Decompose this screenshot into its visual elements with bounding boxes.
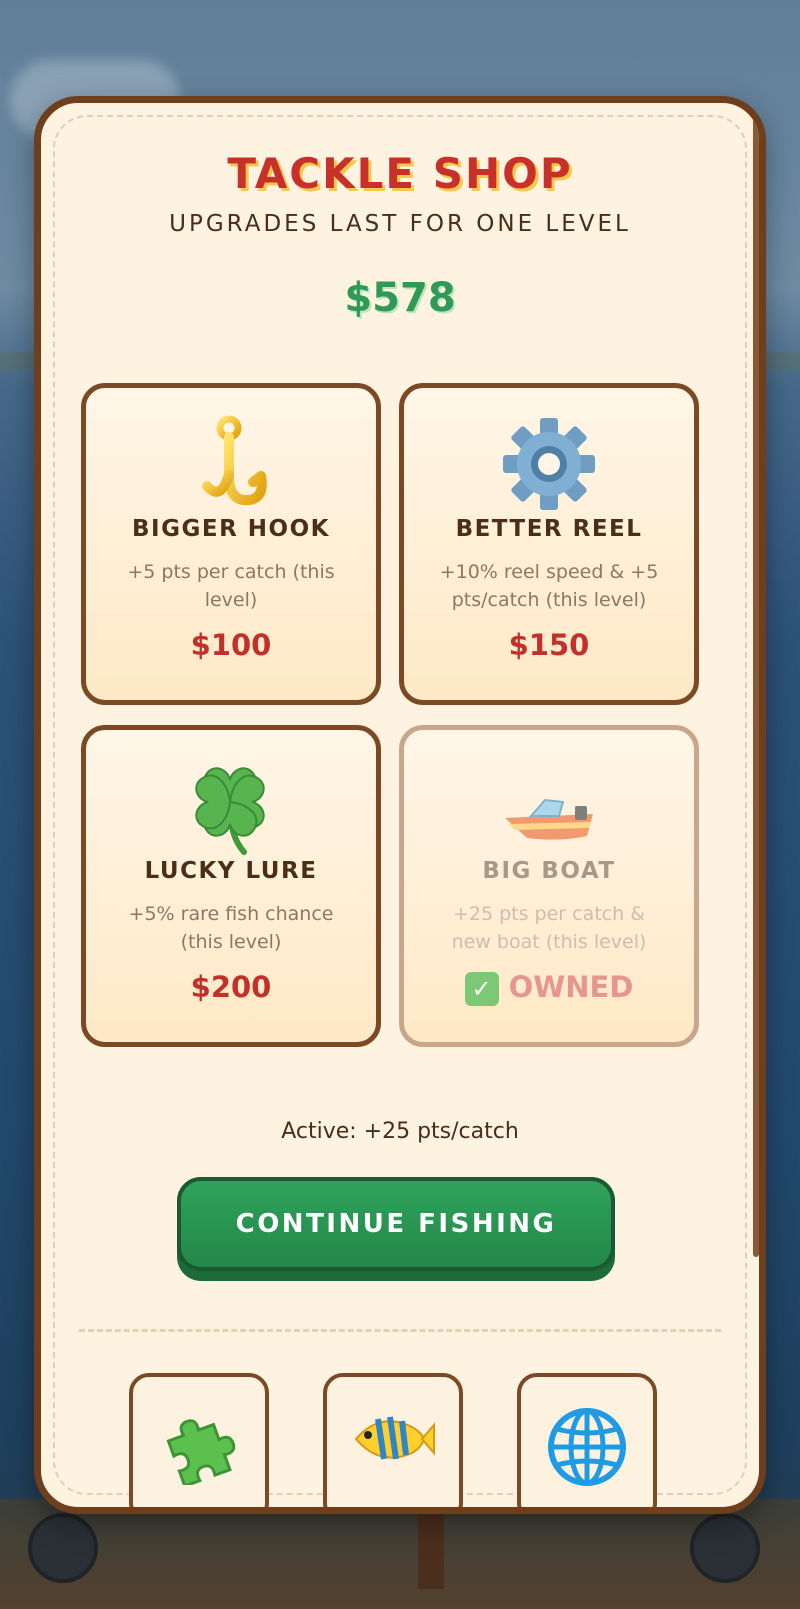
item-price: $200 xyxy=(190,970,272,1004)
shop-item-lucky-lure[interactable]: LUCKY LURE +5% rare fish chance (this le… xyxy=(81,725,381,1047)
nav-puzzle-button[interactable] xyxy=(129,1373,269,1507)
shop-title: TACKLE SHOP xyxy=(227,149,573,198)
item-name: BIGGER HOOK xyxy=(132,516,330,542)
tackle-shop-modal: TACKLE SHOP UPGRADES LAST FOR ONE LEVEL … xyxy=(34,96,766,1514)
item-price: $100 xyxy=(190,628,272,662)
nav-globe-button[interactable] xyxy=(517,1373,657,1507)
hook-icon xyxy=(86,414,376,514)
check-mark-icon: ✓ xyxy=(464,972,499,1006)
tropical-fish-icon xyxy=(354,1416,435,1460)
speedboat-icon xyxy=(404,756,694,856)
bottom-divider xyxy=(79,1329,721,1332)
item-description: +5% rare fish chance (this level) xyxy=(128,903,334,953)
nav-fish-button[interactable] xyxy=(323,1373,463,1507)
shop-subtitle: UPGRADES LAST FOR ONE LEVEL xyxy=(169,211,631,237)
gear-icon xyxy=(404,414,694,514)
puzzle-piece-icon xyxy=(166,1419,236,1485)
item-name: LUCKY LURE xyxy=(144,858,318,884)
shop-item-big-boat: BIG BOAT +25 pts per catch & new boat (t… xyxy=(399,725,699,1047)
item-name: BIG BOAT xyxy=(482,858,616,884)
item-price: $150 xyxy=(508,628,590,662)
item-name: BETTER REEL xyxy=(455,516,643,542)
continue-fishing-button[interactable]: CONTINUE FISHING xyxy=(177,1177,615,1281)
shop-item-bigger-hook[interactable]: BIGGER HOOK +5 pts per catch (this level… xyxy=(81,383,381,705)
background-right-button xyxy=(690,1513,760,1583)
item-description: +25 pts per catch & new boat (this level… xyxy=(451,903,647,953)
continue-fishing-label[interactable]: CONTINUE FISHING xyxy=(177,1177,615,1271)
globe-icon xyxy=(548,1408,626,1486)
item-description: +10% reel speed & +5 pts/catch (this lev… xyxy=(439,561,659,611)
owned-label: OWNED xyxy=(508,970,634,1004)
active-bonus-text: Active: +25 pts/catch xyxy=(281,1119,519,1144)
item-owned-status: ✓ OWNED xyxy=(404,970,694,1006)
item-description: +5 pts per catch (this level) xyxy=(127,561,335,611)
background-left-button xyxy=(28,1513,98,1583)
shop-item-better-reel[interactable]: BETTER REEL +10% reel speed & +5 pts/cat… xyxy=(399,383,699,705)
money-balance: $578 xyxy=(344,275,456,321)
background-dock-post xyxy=(418,1509,444,1589)
background-seabed xyxy=(0,1499,800,1609)
four-leaf-clover-icon xyxy=(86,756,376,856)
